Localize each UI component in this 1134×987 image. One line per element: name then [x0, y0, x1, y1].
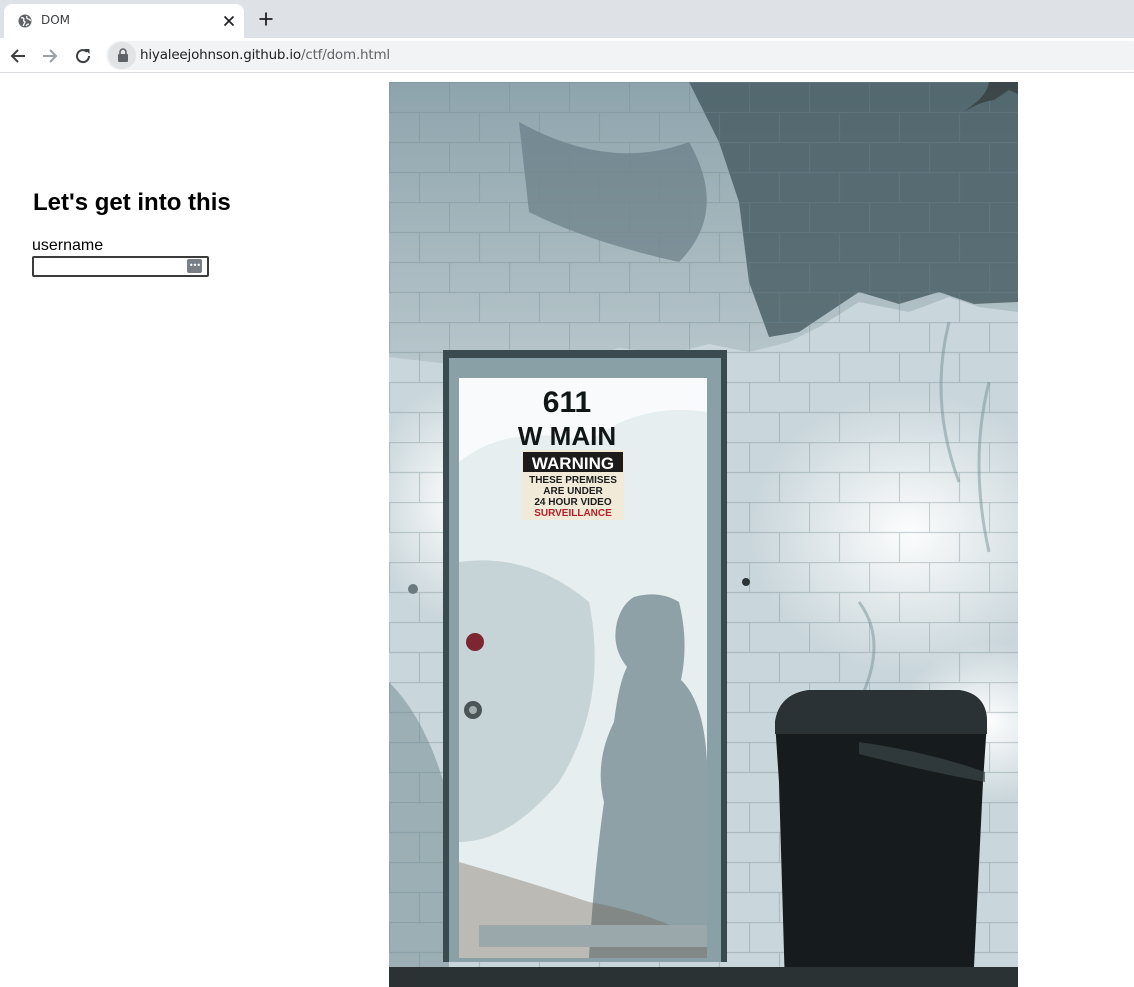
- browser-toolbar: hiyaleejohnson.github.io/ctf/dom.html: [0, 38, 1134, 73]
- plus-icon[interactable]: [257, 10, 275, 28]
- tab-title: DOM: [41, 13, 71, 27]
- username-label: username: [32, 237, 104, 254]
- url-host: hiyaleejohnson.github.io: [140, 47, 301, 63]
- lock-icon[interactable]: [117, 48, 129, 62]
- username-input[interactable]: [32, 256, 209, 277]
- key-icon[interactable]: •••: [187, 259, 202, 273]
- close-icon[interactable]: [220, 12, 238, 30]
- door-photo: 611 W MAIN WARNING THESE PREMISES ARE UN…: [389, 82, 1018, 987]
- door-street: W MAIN: [518, 421, 616, 451]
- sign-line-1: THESE PREMISES: [529, 475, 617, 486]
- tab-strip: DOM: [0, 0, 1134, 38]
- url-path: /ctf/dom.html: [301, 47, 390, 63]
- reload-icon[interactable]: [72, 45, 94, 67]
- browser-tab[interactable]: DOM: [4, 4, 244, 38]
- page-heading: Let's get into this: [33, 189, 231, 216]
- globe-icon: [18, 14, 32, 28]
- address-bar[interactable]: hiyaleejohnson.github.io/ctf/dom.html: [106, 41, 1134, 70]
- sign-line-3: 24 HOUR VIDEO: [534, 497, 611, 508]
- door-number: 611: [543, 386, 591, 419]
- arrow-left-icon[interactable]: [7, 45, 29, 67]
- arrow-right-icon[interactable]: [39, 45, 61, 67]
- sign-line-4: SURVEILLANCE: [534, 508, 612, 519]
- page-content: Let's get into this username ••• 611 W M…: [0, 74, 1134, 987]
- sign-title: WARNING: [532, 454, 614, 473]
- url-text[interactable]: hiyaleejohnson.github.io/ctf/dom.html: [140, 47, 390, 63]
- sign-line-2: ARE UNDER: [543, 486, 603, 497]
